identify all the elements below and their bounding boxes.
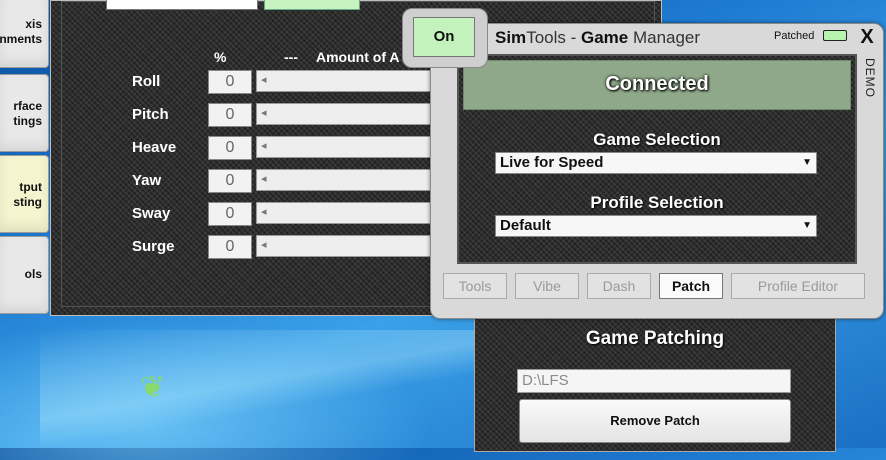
sidebar-item-label: tput sting [13,180,42,209]
axis-label: Heave [132,139,177,156]
slider-arrow-icon: ◂ [261,140,267,152]
on-button[interactable]: On [413,17,475,57]
chevron-down-icon: ▼ [802,220,812,231]
desktop-leaf-icon: ❦ [140,371,166,404]
desktop-light-streak [40,330,500,450]
axis-label: Surge [132,238,175,255]
patched-label: Patched [774,30,815,42]
header-amount: Amount of A [316,49,400,65]
game-selection-value: Live for Speed [500,154,604,171]
simtools-game-manager-window: SimTools - Game Manager Patched X DEMO C… [430,23,884,319]
axis-label: Roll [132,73,161,90]
game-selection-dropdown[interactable]: Live for Speed ▼ [495,152,817,174]
on-button-frame: On [402,8,488,68]
sidebar-item-label: ols [24,267,42,281]
sidebar-item-output-testing[interactable]: tput sting [0,155,49,233]
tab-tools[interactable]: Tools [443,273,507,299]
main-content-panel: Connected Game Selection Live for Speed … [457,54,857,264]
sidebar-item-interface-settings[interactable]: rface tings [0,74,49,152]
profile-selection-label: Profile Selection [590,193,724,212]
patched-indicator [823,30,847,41]
slider-arrow-icon: ◂ [261,239,267,251]
axis-value-field[interactable]: 0 [208,235,252,259]
top-green-button[interactable] [264,0,360,10]
slider-arrow-icon: ◂ [261,206,267,218]
tab-profile-editor[interactable]: Profile Editor [731,273,865,299]
axis-value-field[interactable]: 0 [208,136,252,160]
axis-label: Sway [132,205,171,222]
axis-label: Yaw [132,172,162,189]
chevron-down-icon: ▼ [802,157,812,168]
tab-vibe[interactable]: Vibe [515,273,579,299]
connection-status: Connected [605,73,709,95]
axis-value-field[interactable]: 0 [208,169,252,193]
patch-title: Game Patching [585,328,725,349]
slider-arrow-icon: ◂ [261,107,267,119]
connection-status-bar: Connected [463,60,851,110]
game-patching-panel: Game Patching D:\LFS Remove Patch [474,312,836,452]
profile-selection-value: Default [500,217,551,234]
top-input-field[interactable] [106,0,258,10]
sidebar-item-label: xis nments [0,17,42,46]
sidebar-item-axis-assignments[interactable]: xis nments [0,0,49,68]
demo-strip: DEMO [859,56,879,256]
game-selection-label: Game Selection [593,130,721,149]
title-sim: Sim [495,28,527,47]
remove-patch-button[interactable]: Remove Patch [519,399,791,443]
title-game: Game [580,28,629,47]
close-button[interactable]: X [856,26,878,48]
tab-patch[interactable]: Patch [659,273,723,299]
axis-value-field[interactable]: 0 [208,70,252,94]
sidebar-item-label: rface tings [13,99,42,128]
profile-selection-dropdown[interactable]: Default ▼ [495,215,817,237]
axis-value-field[interactable]: 0 [208,202,252,226]
header-dashes: --- [284,49,298,65]
axis-label: Pitch [132,106,169,123]
tab-dash[interactable]: Dash [587,273,651,299]
title-manager: Manager [628,28,701,47]
slider-arrow-icon: ◂ [261,173,267,185]
axis-value-field[interactable]: 0 [208,103,252,127]
slider-arrow-icon: ◂ [261,74,267,86]
sidebar: xis nments rface tings tput sting ols [0,0,52,320]
title-tools: Tools - [526,28,581,47]
header-percent: % [214,49,227,65]
game-path-field[interactable]: D:\LFS [517,369,791,393]
demo-label: DEMO [863,58,877,98]
sidebar-item-tools[interactable]: ols [0,236,49,314]
window-title: SimTools - Game Manager [495,28,700,48]
